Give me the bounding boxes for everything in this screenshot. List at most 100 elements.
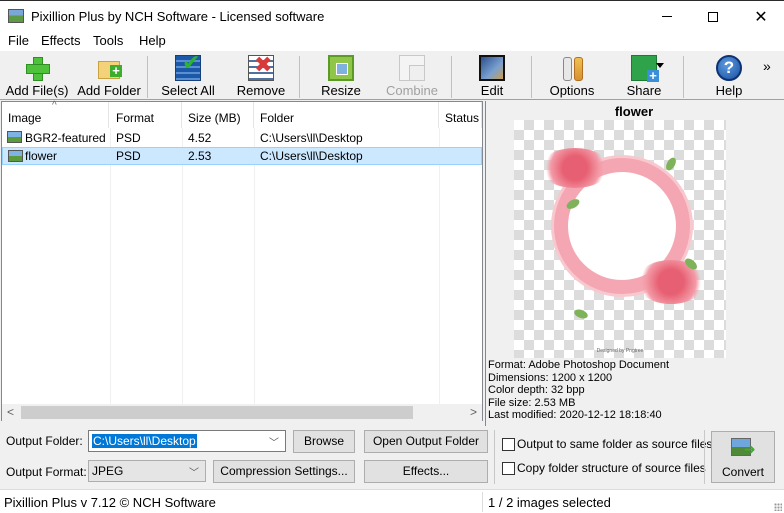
resize-grip-icon[interactable] (774, 503, 782, 511)
add-folder-button[interactable]: Add Folder (74, 51, 144, 99)
toolbar-separator (531, 56, 532, 98)
chevron-down-icon[interactable]: ﹀ (269, 434, 279, 449)
status-bar: Pixillion Plus v 7.12 © NCH Software 1 /… (0, 489, 784, 513)
preview-image: Designed by Pngtree (514, 120, 726, 358)
toolbar-separator (451, 56, 452, 98)
cell-size: 4.52 (188, 131, 212, 145)
image-file-icon (8, 150, 23, 162)
same-folder-label[interactable]: Output to same folder as source files (517, 437, 712, 451)
add-plus-icon (24, 55, 50, 81)
compression-settings-button[interactable]: Compression Settings... (213, 460, 355, 483)
resize-label: Resize (321, 83, 361, 98)
app-icon (8, 9, 24, 23)
add-folder-label: Add Folder (77, 83, 141, 98)
folder-add-icon (96, 55, 122, 81)
toolbar: Add File(s) Add Folder Select All Remove… (0, 50, 784, 100)
options-label: Options (549, 83, 595, 98)
help-button[interactable]: ? Help (711, 51, 747, 99)
close-icon: ✕ (754, 8, 768, 26)
combine-button[interactable]: Combine (384, 51, 440, 99)
cell-format: PSD (116, 149, 141, 163)
add-files-button[interactable]: Add File(s) (4, 51, 70, 99)
column-header-format[interactable]: Format (110, 102, 182, 128)
remove-button[interactable]: Remove (232, 51, 290, 99)
leaf-decoration (573, 307, 589, 321)
share-icon (631, 55, 659, 82)
image-info: Format: Adobe Photoshop Document Dimensi… (488, 359, 669, 422)
toolbar-separator (299, 56, 300, 98)
resize-button[interactable]: Resize (317, 51, 365, 99)
cell-size: 2.53 (188, 149, 212, 163)
maximize-icon (708, 11, 718, 22)
select-all-button[interactable]: Select All (158, 50, 218, 99)
menu-file[interactable]: File (8, 33, 29, 48)
divider (494, 430, 495, 484)
copy-structure-label[interactable]: Copy folder structure of source files (517, 461, 706, 475)
minimize-button[interactable] (644, 1, 690, 32)
same-folder-checkbox[interactable] (502, 438, 515, 451)
convert-label: Convert (721, 465, 765, 479)
column-header-folder[interactable]: Folder (254, 102, 439, 128)
share-dropdown-caret-icon[interactable] (656, 63, 664, 68)
status-divider (482, 492, 483, 512)
output-format-select[interactable]: JPEG ﹀ (88, 460, 206, 482)
copy-structure-checkbox[interactable] (502, 462, 515, 475)
horizontal-scrollbar[interactable]: < > (2, 404, 482, 421)
maximize-button[interactable] (690, 1, 736, 32)
selection-count: 1 / 2 images selected (488, 495, 611, 510)
toolbar-overflow-chevron-icon[interactable]: » (763, 58, 771, 74)
info-color-depth: Color depth: 32 bpp (488, 384, 585, 396)
output-folder-combo[interactable]: C:\Users\ll\Desktop ﹀ (88, 430, 286, 452)
list-header: ^ Image Format Size (MB) Folder Status (2, 100, 482, 128)
info-last-modified: Last modified: 2020-12-12 18:18:40 (488, 409, 662, 421)
column-header-size[interactable]: Size (MB) (182, 102, 254, 128)
leaf-decoration (664, 155, 678, 173)
open-output-folder-button[interactable]: Open Output Folder (364, 430, 488, 453)
menu-tools[interactable]: Tools (93, 33, 123, 48)
scroll-right-icon[interactable]: > (465, 405, 482, 420)
info-format: Format: Adobe Photoshop Document (488, 359, 669, 371)
output-settings-panel: Output Folder: C:\Users\ll\Desktop ﹀ Bro… (0, 426, 784, 489)
browse-button[interactable]: Browse (293, 430, 355, 453)
combine-label: Combine (385, 83, 439, 98)
chevron-down-icon[interactable]: ﹀ (189, 464, 199, 479)
cell-image: BGR2-featured (25, 131, 106, 145)
toolbar-separator (147, 56, 148, 98)
info-file-size: File size: 2.53 MB (488, 396, 576, 409)
share-button[interactable]: Share (624, 51, 664, 99)
remove-label: Remove (236, 83, 286, 98)
menu-bar: File Effects Tools Help (0, 31, 784, 51)
image-list[interactable]: ^ Image Format Size (MB) Folder Status B… (1, 100, 483, 421)
preview-panel: flower Designed by Pngtree Format: Adobe… (485, 101, 783, 426)
image-file-icon (7, 131, 22, 143)
select-all-label: Select All (161, 83, 215, 98)
scrollbar-thumb[interactable] (21, 406, 413, 419)
effects-button[interactable]: Effects... (364, 460, 488, 483)
column-divider (439, 128, 440, 406)
options-button[interactable]: Options (546, 51, 598, 99)
menu-effects[interactable]: Effects (41, 33, 81, 48)
scroll-left-icon[interactable]: < (2, 405, 19, 420)
column-divider (254, 128, 255, 406)
table-row-selected[interactable]: flower PSD 2.53 C:\Users\ll\Desktop (2, 147, 482, 165)
close-button[interactable]: ✕ (738, 1, 784, 32)
share-label: Share (626, 83, 662, 98)
add-files-label: Add File(s) (5, 83, 69, 98)
edit-button[interactable]: Edit (472, 51, 512, 99)
resize-icon (328, 55, 354, 81)
watermark-text: Designed by Pngtree (596, 348, 644, 354)
column-header-image[interactable]: ^ Image (2, 100, 109, 128)
column-divider (110, 128, 111, 406)
minimize-icon (662, 16, 672, 17)
column-header-status[interactable]: Status (439, 102, 482, 128)
table-row[interactable]: BGR2-featured PSD 4.52 C:\Users\ll\Deskt… (2, 129, 482, 147)
menu-help[interactable]: Help (139, 33, 166, 48)
cell-format: PSD (116, 131, 141, 145)
output-folder-value[interactable]: C:\Users\ll\Desktop (92, 434, 197, 448)
toolbar-separator (683, 56, 684, 98)
options-tools-icon (559, 55, 585, 81)
output-format-label: Output Format: (6, 465, 87, 479)
cell-folder: C:\Users\ll\Desktop (260, 131, 363, 145)
convert-button[interactable]: Convert (711, 431, 775, 483)
cell-image: flower (25, 149, 58, 163)
